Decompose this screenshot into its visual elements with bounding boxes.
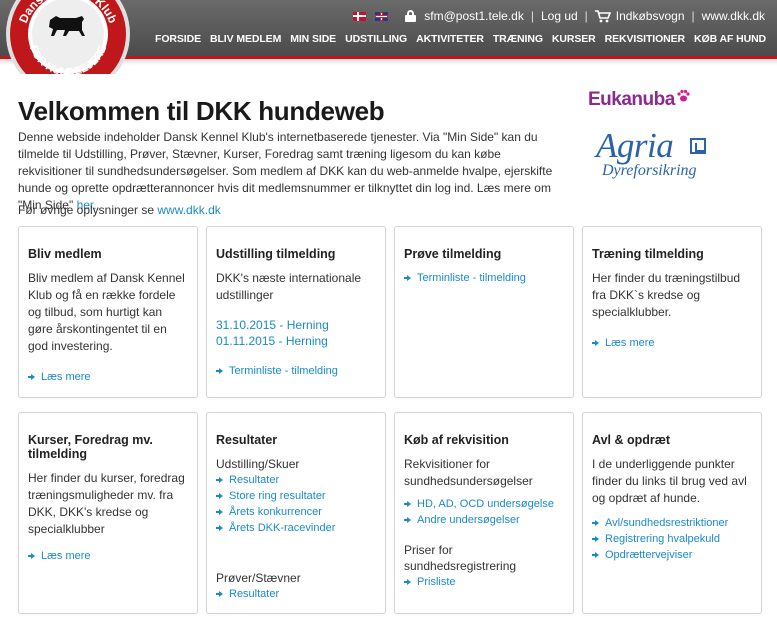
user-email: sfm@post1.tele.dk (424, 9, 524, 23)
danish-flag-icon[interactable] (353, 11, 367, 21)
arrow-right-icon (592, 535, 600, 543)
lock-icon (405, 10, 417, 22)
traen-laes-mere-link[interactable]: Læs mere (592, 335, 752, 351)
bliv-laes-mere-link[interactable]: Læs mere (28, 369, 188, 385)
nav-forside[interactable]: FORSIDE (155, 33, 201, 45)
arrow-right-icon (216, 590, 224, 598)
more-info-text: Før øvrige oplysninger se www.dkk.dk (18, 203, 221, 217)
arrow-right-icon (592, 339, 600, 347)
show-date-2[interactable]: 01.11.2015 - Herning (216, 333, 376, 349)
arrow-right-icon (404, 500, 412, 508)
arrow-right-icon (592, 519, 600, 527)
main-nav: FORSIDE BLIV MEDLEM MIN SIDE UDSTILLING … (155, 33, 775, 45)
avl-link-hvalpekuld[interactable]: Registrering hvalpekuld (592, 531, 752, 547)
result-link-store-ring[interactable]: Store ring resultater (216, 488, 376, 504)
dkk-logo[interactable]: Dansk Kennel Klub FOR HUNDEEJERE (2, 0, 134, 74)
nav-rekvisitioner[interactable]: REKVISITIONER (605, 33, 685, 45)
kurser-laes-mere-link[interactable]: Læs mere (28, 548, 188, 564)
arrow-right-icon (216, 367, 224, 375)
kob-link-andre[interactable]: Andre undersøgelser (404, 512, 564, 528)
eukanuba-logo[interactable]: Eukanuba (588, 89, 690, 111)
utility-bar: sfm@post1.tele.dk | Log ud | Indkøbsvogn… (353, 7, 765, 25)
english-flag-icon[interactable] (375, 11, 389, 21)
nav-min-side[interactable]: MIN SIDE (290, 33, 336, 45)
arrow-right-icon (216, 476, 224, 484)
udst-terminliste-link[interactable]: Terminliste - tilmelding (216, 363, 376, 379)
nav-kurser[interactable]: KURSER (552, 33, 596, 45)
result-link-resultater[interactable]: Resultater (216, 472, 376, 488)
nav-kob-af-hund[interactable]: KØB AF HUND (694, 33, 766, 45)
arrow-right-icon (404, 274, 412, 282)
show-date-1[interactable]: 31.10.2015 - Herning (216, 317, 376, 333)
arrow-right-icon (404, 516, 412, 524)
dkk-more-link[interactable]: www.dkk.dk (157, 203, 220, 217)
dkk-site-link[interactable]: www.dkk.dk (702, 9, 765, 23)
card-prove: Prøve tilmelding Terminliste - tilmeldin… (394, 226, 574, 398)
card-bliv-medlem: Bliv medlem Bliv medlem af Dansk Kennel … (18, 226, 198, 398)
card-udstilling: Udstilling tilmelding DKK's næste intern… (206, 226, 386, 398)
result-link-racevinder[interactable]: Årets DKK-racevinder (216, 520, 376, 536)
intro-text: Denne webside indeholder Dansk Kennel Kl… (18, 130, 553, 212)
cart-link[interactable]: Indkøbsvogn (616, 9, 685, 23)
agria-mark-icon (690, 138, 706, 154)
arrow-right-icon (216, 492, 224, 500)
nav-bliv-medlem[interactable]: BLIV MEDLEM (210, 33, 281, 45)
avl-link-restriktioner[interactable]: Avl/sundhedsrestriktioner (592, 515, 752, 531)
result-link-konkurrencer[interactable]: Årets konkurrencer (216, 504, 376, 520)
arrow-right-icon (216, 508, 224, 516)
arrow-right-icon (216, 524, 224, 532)
page-title: Velkommen til DKK hundeweb (18, 96, 385, 126)
card-avl: Avl & opdræt I de underliggende punkter … (582, 412, 762, 614)
result-link-prove-resultater[interactable]: Resultater (216, 586, 376, 602)
paw-icon (677, 89, 690, 102)
kob-link-prisliste[interactable]: Prisliste (404, 574, 564, 590)
agria-logo[interactable]: Agria Dyreforsikring (596, 126, 716, 186)
card-kurser: Kurser, Foredrag mv. tilmelding Her find… (18, 412, 198, 614)
card-resultater: Resultater Udstilling/Skuer Resultater S… (206, 412, 386, 614)
kob-link-hd-ad-ocd[interactable]: HD, AD, OCD undersøgelse (404, 496, 564, 512)
arrow-right-icon (592, 551, 600, 559)
arrow-right-icon (404, 578, 412, 586)
card-kob-rekvisition: Køb af rekvisition Rekvisitioner for sun… (394, 412, 574, 614)
nav-udstilling[interactable]: UDSTILLING (345, 33, 407, 45)
card-traening: Træning tilmelding Her finder du træning… (582, 226, 762, 398)
nav-traening[interactable]: TRÆNING (493, 33, 543, 45)
arrow-right-icon (28, 373, 36, 381)
cart-icon[interactable] (594, 9, 611, 23)
nav-aktiviteter[interactable]: AKTIVITETER (416, 33, 484, 45)
avl-link-opdraettervejviser[interactable]: Opdrættervejviser (592, 547, 752, 563)
logout-link[interactable]: Log ud (541, 9, 578, 23)
arrow-right-icon (28, 552, 36, 560)
prove-terminliste-link[interactable]: Terminliste - tilmelding (404, 270, 564, 286)
